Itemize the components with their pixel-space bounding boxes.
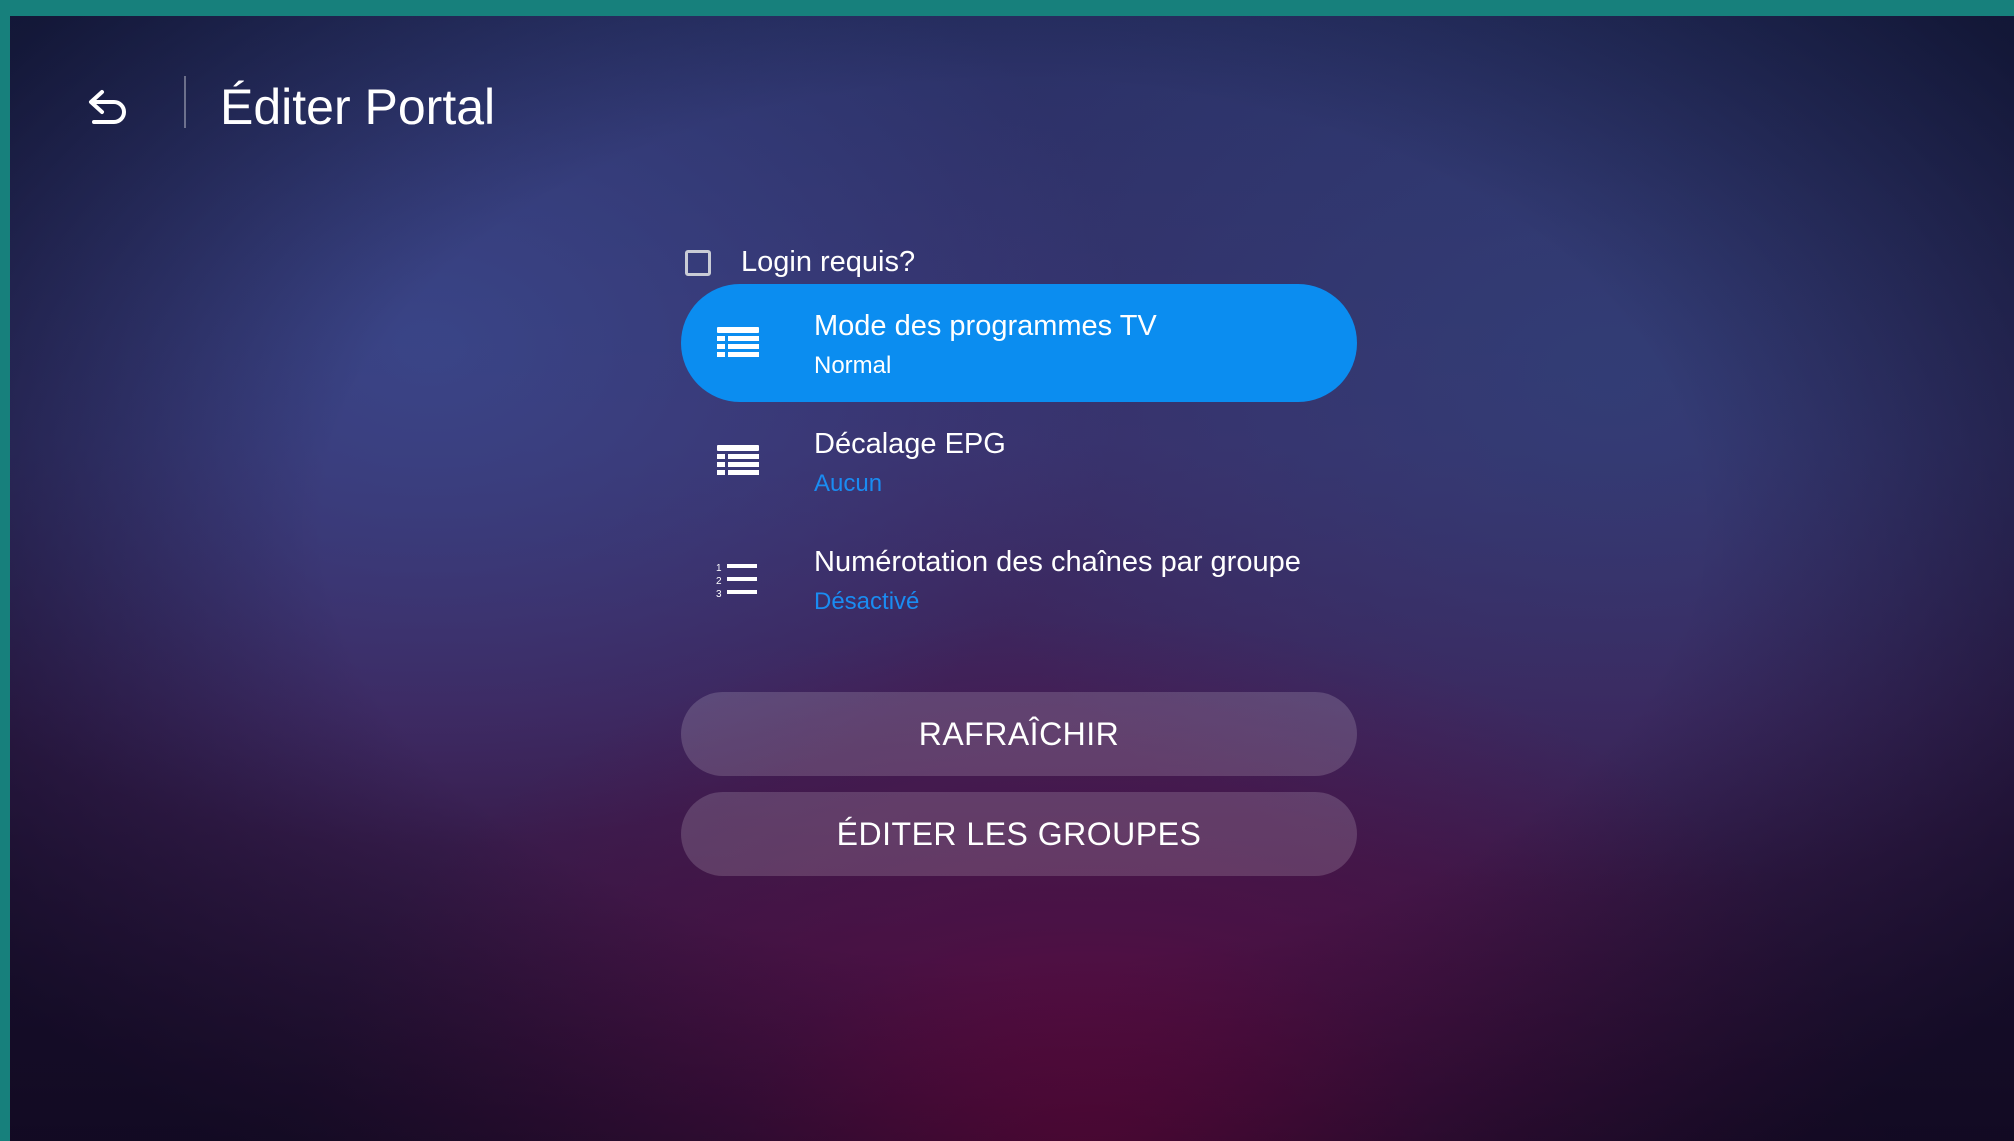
edit-portal-screen: Éditer Portal Login requis? Mode des pro…: [10, 16, 2014, 1141]
refresh-button[interactable]: RAFRAÎCHIR: [681, 692, 1357, 776]
login-required-label: Login requis?: [741, 246, 916, 278]
svg-text:2: 2: [716, 576, 722, 587]
svg-text:3: 3: [716, 589, 722, 600]
svg-text:1: 1: [716, 563, 722, 574]
setting-label: Numérotation des chaînes par groupe: [814, 546, 1301, 578]
list-table-icon: [717, 327, 759, 357]
back-button[interactable]: [80, 80, 136, 136]
setting-value: Normal: [814, 352, 892, 379]
login-required-row[interactable]: Login requis?: [685, 246, 915, 279]
setting-label: Mode des programmes TV: [814, 310, 1157, 342]
login-required-checkbox[interactable]: [685, 249, 711, 276]
setting-epg-offset[interactable]: Décalage EPG Aucun: [681, 402, 1357, 520]
list-table-icon: [717, 445, 759, 475]
setting-value: Aucun: [814, 470, 883, 497]
header-divider: [184, 76, 186, 128]
setting-channel-numbering-by-group[interactable]: 1 2 3 Numérotation des chaînes par group…: [681, 520, 1357, 638]
setting-tv-program-mode[interactable]: Mode des programmes TV Normal: [681, 284, 1357, 402]
numbered-list-icon: 1 2 3: [716, 563, 757, 600]
edit-groups-button[interactable]: ÉDITER LES GROUPES: [681, 792, 1357, 876]
header: Éditer Portal: [10, 16, 2014, 166]
page-title: Éditer Portal: [220, 79, 496, 135]
back-arrow-icon: [89, 90, 126, 124]
setting-value: Désactivé: [814, 588, 920, 615]
setting-label: Décalage EPG: [814, 428, 1006, 460]
